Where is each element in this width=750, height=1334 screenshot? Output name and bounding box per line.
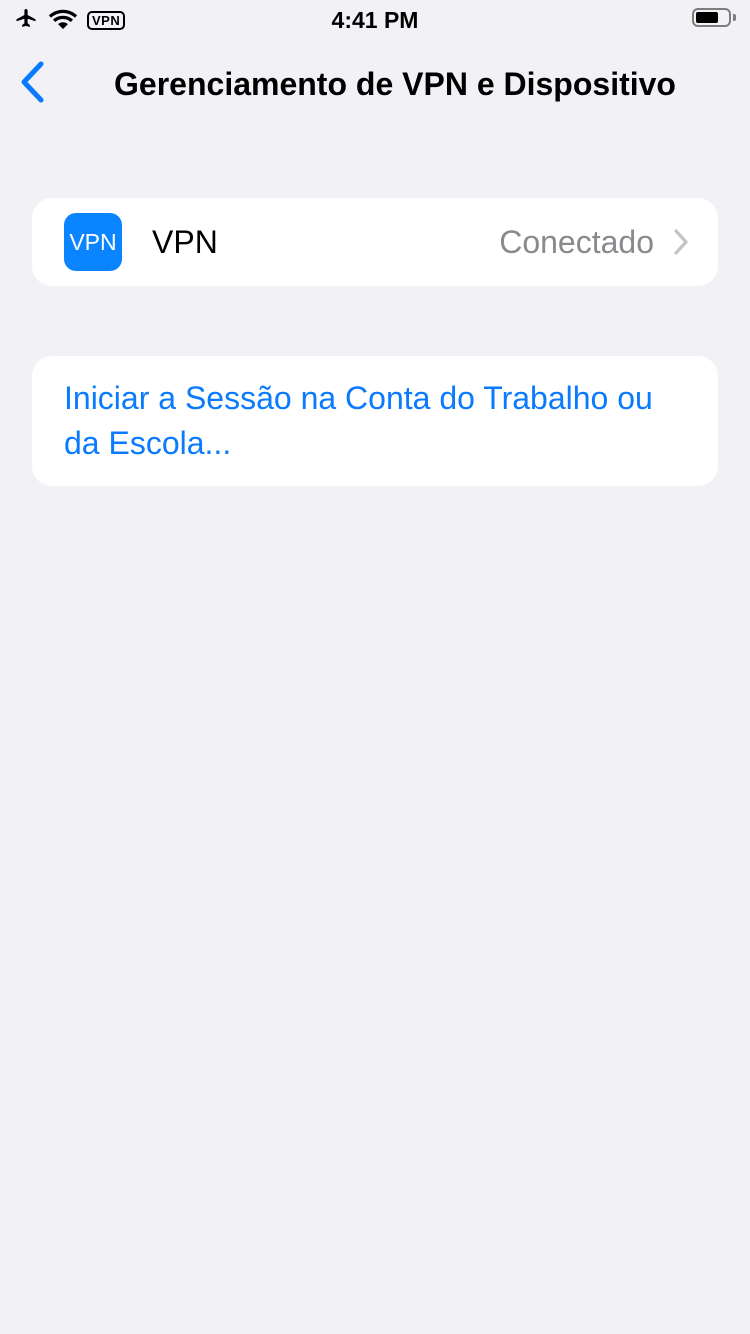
page-title: Gerenciamento de VPN e Dispositivo	[114, 66, 676, 102]
battery-icon	[692, 8, 736, 27]
battery-cap	[733, 14, 736, 21]
status-bar-time: 4:41 PM	[331, 7, 419, 33]
work-school-signin-row[interactable]: Iniciar a Sessão na Conta do Trabalho ou…	[32, 356, 718, 486]
vpn-app-icon: VPN	[64, 213, 122, 271]
vpn-row-label: VPN	[152, 223, 218, 260]
status-bar: VPN 4:41 PM	[0, 0, 750, 40]
back-button[interactable]	[14, 60, 50, 108]
vpn-row[interactable]: VPN VPN Conectado	[32, 198, 718, 286]
vpn-row-status: Conectado	[499, 223, 654, 260]
work-school-signin-link[interactable]: Iniciar a Sessão na Conta do Trabalho ou…	[64, 376, 686, 466]
navigation-bar: Gerenciamento de VPN e Dispositivo	[0, 40, 750, 128]
chevron-left-icon	[19, 61, 45, 108]
battery-body	[692, 8, 731, 27]
chevron-right-icon	[674, 229, 688, 255]
battery-fill	[696, 12, 719, 23]
